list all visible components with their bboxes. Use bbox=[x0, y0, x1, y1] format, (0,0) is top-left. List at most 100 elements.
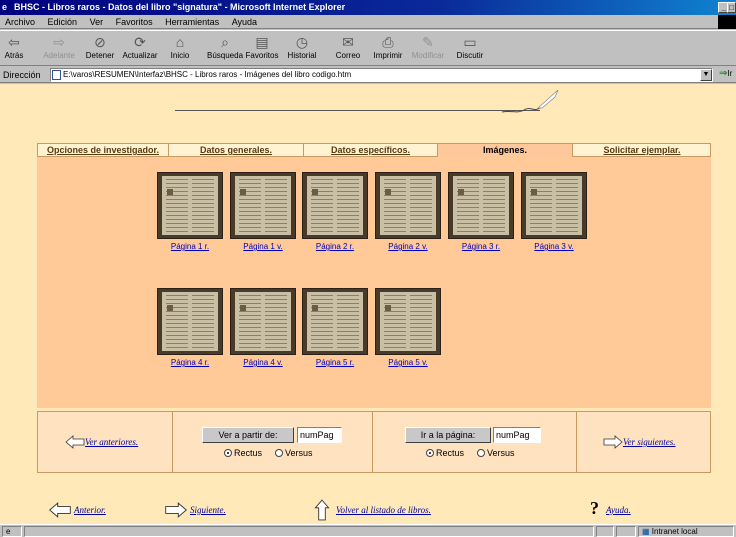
page-thumbnail: Página 3 v. bbox=[521, 172, 587, 252]
tab-datos-especificos[interactable]: Datos específicos. bbox=[304, 144, 438, 157]
search-icon: ⌕ bbox=[221, 34, 229, 50]
view-previous-link[interactable]: Ver anteriores. bbox=[85, 436, 138, 448]
view-from-button[interactable]: Ver a partir de: bbox=[202, 427, 294, 443]
page-link[interactable]: Página 4 r. bbox=[157, 357, 223, 368]
status-pane bbox=[616, 526, 636, 537]
page-thumbnail: Página 2 r. bbox=[302, 172, 368, 252]
toolbar-search-button[interactable]: ⌕ Búsqueda bbox=[205, 33, 245, 65]
address-label: Dirección bbox=[3, 70, 41, 80]
help-link[interactable]: Ayuda. bbox=[606, 504, 631, 516]
intranet-icon: ▦ bbox=[642, 527, 650, 536]
quill-pen-icon bbox=[501, 89, 559, 113]
toolbar-refresh-button[interactable]: ⟳ Actualizar bbox=[120, 33, 160, 65]
toolbar-home-button[interactable]: ⌂ Inicio bbox=[160, 33, 200, 65]
status-text bbox=[24, 526, 594, 537]
help-icon[interactable]: ? bbox=[590, 498, 599, 519]
page-thumbnail: Página 3 r. bbox=[448, 172, 514, 252]
page-link[interactable]: Página 1 v. bbox=[230, 241, 296, 252]
tab-datos-generales[interactable]: Datos generales. bbox=[169, 144, 304, 157]
toolbar-label: Discutir bbox=[456, 51, 484, 60]
menu-ver[interactable]: Ver bbox=[85, 15, 109, 28]
toolbar-label: Correo bbox=[335, 51, 361, 60]
page-link[interactable]: Página 4 v. bbox=[230, 357, 296, 368]
toolbar-label: Actualizar bbox=[122, 51, 158, 60]
page-link[interactable]: Página 5 v. bbox=[375, 357, 441, 368]
print-icon: ⎙ bbox=[382, 34, 394, 50]
manuscript-page-image[interactable] bbox=[302, 172, 368, 239]
menu-herramientas[interactable]: Herramientas bbox=[160, 15, 224, 28]
address-input[interactable]: E:\varos\RESUMEN\Interfaz\BHSC - Libros … bbox=[50, 68, 713, 82]
rectus-label: Rectus bbox=[436, 448, 465, 458]
versus-label: Versus bbox=[487, 448, 515, 458]
page-thumbnail: Página 5 v. bbox=[375, 288, 441, 368]
toolbar-favorites-button[interactable]: ▤ Favoritos bbox=[242, 33, 282, 65]
tab-opciones-investigador[interactable]: Opciones de investigador. bbox=[38, 144, 169, 157]
from-page-input[interactable]: numPag bbox=[297, 427, 342, 443]
page-link[interactable]: Página 2 v. bbox=[375, 241, 441, 252]
radio-selected-icon bbox=[224, 449, 232, 457]
manuscript-page-image[interactable] bbox=[375, 172, 441, 239]
from-rectus-radio[interactable]: Rectus bbox=[224, 447, 262, 459]
toolbar-history-button[interactable]: ◷ Historial bbox=[282, 33, 322, 65]
versus-label: Versus bbox=[285, 448, 313, 458]
zone-indicator: ▦ Intranet local bbox=[638, 526, 734, 537]
page-thumbnail: Página 4 v. bbox=[230, 288, 296, 368]
manuscript-page-image[interactable] bbox=[157, 172, 223, 239]
manuscript-page-image[interactable] bbox=[157, 288, 223, 355]
page-link[interactable]: Página 3 v. bbox=[521, 241, 587, 252]
address-dropdown-icon[interactable]: ▼ bbox=[700, 69, 712, 81]
from-versus-radio[interactable]: Versus bbox=[275, 447, 313, 459]
goto-page-input[interactable]: numPag bbox=[493, 427, 541, 443]
manuscript-page-image[interactable] bbox=[448, 172, 514, 239]
page-thumbnail: Página 4 r. bbox=[157, 288, 223, 368]
menu-edicion[interactable]: Edición bbox=[43, 15, 83, 28]
next-link[interactable]: Siguiente. bbox=[190, 504, 226, 516]
go-icon[interactable]: ⇒Ir bbox=[719, 68, 732, 79]
manuscript-page-image[interactable] bbox=[302, 288, 368, 355]
toolbar-mail-button[interactable]: ✉ Correo bbox=[328, 33, 368, 65]
goto-page-button[interactable]: Ir a la página: bbox=[405, 427, 491, 443]
menu-archivo[interactable]: Archivo bbox=[0, 15, 40, 28]
up-arrow-icon[interactable] bbox=[314, 499, 330, 521]
manuscript-page-image[interactable] bbox=[230, 172, 296, 239]
zone-label: Intranet local bbox=[651, 527, 698, 536]
toolbar-label: Inicio bbox=[170, 51, 190, 60]
menu-ayuda[interactable]: Ayuda bbox=[227, 15, 262, 28]
toolbar-edit-button[interactable]: ✎ Modificar bbox=[408, 33, 448, 65]
back-to-list-link[interactable]: Volver al listado de libros. bbox=[336, 504, 431, 516]
toolbar-label: Detener bbox=[85, 51, 115, 60]
mail-icon: ✉ bbox=[342, 34, 354, 50]
page-link[interactable]: Página 3 r. bbox=[448, 241, 514, 252]
maximize-button[interactable]: □ bbox=[727, 2, 736, 13]
page-link[interactable]: Página 5 r. bbox=[302, 357, 368, 368]
previous-arrow-icon[interactable] bbox=[48, 502, 72, 518]
page-link[interactable]: Página 2 r. bbox=[302, 241, 368, 252]
page-thumbnail: Página 5 r. bbox=[302, 288, 368, 368]
previous-link[interactable]: Anterior. bbox=[74, 504, 106, 516]
toolbar-stop-button[interactable]: ⊘ Detener bbox=[80, 33, 120, 65]
toolbar-forward-arrow-button[interactable]: ⇨ Adelante bbox=[39, 33, 79, 65]
manuscript-page-image[interactable] bbox=[521, 172, 587, 239]
toolbar-discuss-button[interactable]: ▭ Discutir bbox=[450, 33, 490, 65]
image-gallery: Página 1 r. Página 1 v. Página 2 r. Página … bbox=[37, 157, 711, 408]
toolbar-label: Atrás bbox=[4, 51, 24, 60]
next-arrow-icon[interactable] bbox=[164, 502, 188, 518]
tab-solicitar-ejemplar[interactable]: Solicitar ejemplar. bbox=[573, 144, 711, 157]
tab-imagenes[interactable]: Imágenes. bbox=[438, 144, 573, 157]
address-value: E:\varos\RESUMEN\Interfaz\BHSC - Libros … bbox=[63, 70, 352, 79]
right-arrow-icon[interactable] bbox=[603, 435, 623, 449]
ie-logo-icon: e bbox=[2, 2, 8, 12]
manuscript-page-image[interactable] bbox=[230, 288, 296, 355]
toolbar-label: Imprimir bbox=[373, 51, 403, 60]
goto-rectus-radio[interactable]: Rectus bbox=[426, 447, 464, 459]
toolbar-print-button[interactable]: ⎙ Imprimir bbox=[368, 33, 408, 65]
manuscript-page-image[interactable] bbox=[375, 288, 441, 355]
goto-versus-radio[interactable]: Versus bbox=[477, 447, 515, 459]
menu-favoritos[interactable]: Favoritos bbox=[111, 15, 158, 28]
view-next-link[interactable]: Ver siguientes. bbox=[623, 436, 676, 448]
page-link[interactable]: Página 1 r. bbox=[157, 241, 223, 252]
toolbar-back-arrow-button[interactable]: ⇦ Atrás bbox=[0, 33, 34, 65]
decorative-line bbox=[175, 110, 540, 111]
left-arrow-icon[interactable] bbox=[65, 435, 85, 449]
toolbar-label: Búsqueda bbox=[206, 51, 244, 60]
